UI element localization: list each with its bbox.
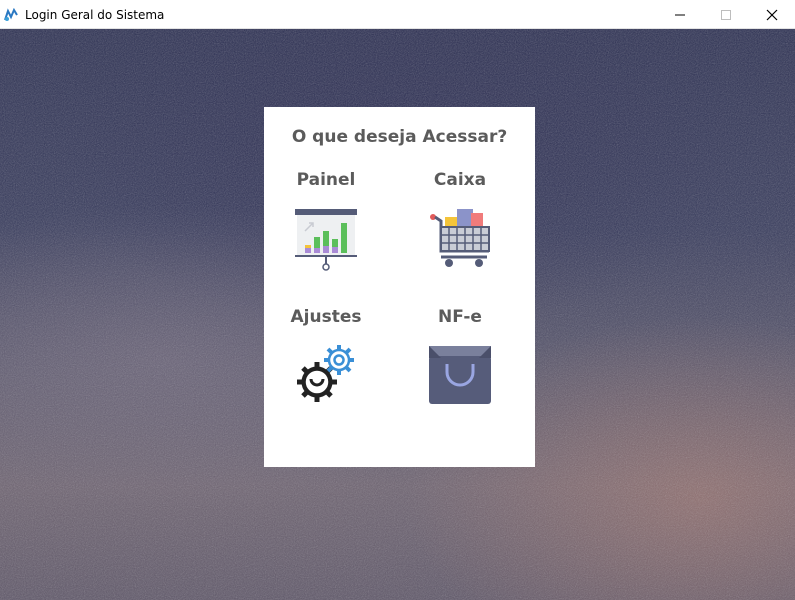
card-title: O que deseja Acessar? [291, 127, 508, 147]
close-icon [766, 9, 778, 20]
app-window: Login Geral do Sistema O que deseja Aces… [0, 0, 795, 600]
minimize-icon [675, 14, 685, 15]
maximize-button[interactable] [703, 0, 749, 29]
tile-label: Caixa [433, 170, 487, 190]
tile-painel[interactable]: Painel [266, 169, 386, 271]
tile-ajustes[interactable]: Ajustes [266, 306, 386, 408]
background-area: O que deseja Acessar? Painel Caixa Ajust… [0, 29, 795, 600]
tile-label: Painel [296, 170, 356, 190]
close-button[interactable] [749, 0, 795, 29]
presentation-chart-icon [295, 209, 357, 271]
maximize-icon [721, 9, 731, 20]
tile-nfe[interactable]: NF-e [400, 306, 520, 408]
app-icon [4, 8, 18, 21]
shopping-bag-icon [429, 346, 491, 404]
tile-caixa[interactable]: Caixa [400, 169, 520, 271]
tile-label: NF-e [438, 307, 482, 327]
minimize-button[interactable] [657, 0, 703, 29]
menu-card: O que deseja Acessar? Painel Caixa Ajust… [264, 107, 535, 467]
gears-icon [297, 345, 354, 402]
title-bar[interactable]: Login Geral do Sistema [0, 0, 795, 29]
shopping-cart-icon [430, 209, 490, 267]
window-title: Login Geral do Sistema [25, 8, 165, 22]
tile-label: Ajustes [290, 307, 362, 327]
